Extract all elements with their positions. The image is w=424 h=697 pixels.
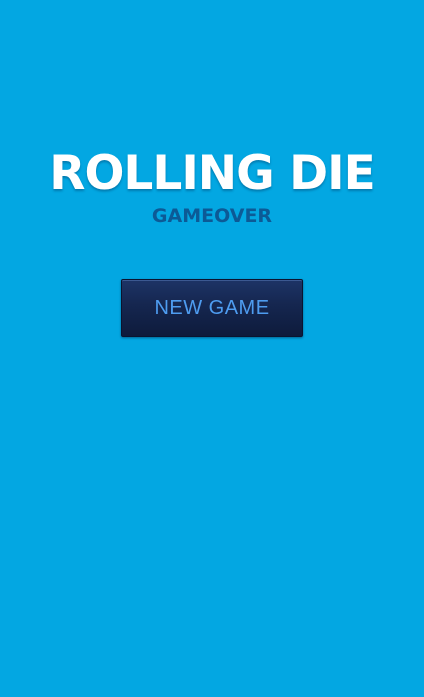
game-over-label: GAMEOVER: [151, 205, 273, 227]
new-game-button[interactable]: NEW GAME: [121, 279, 303, 337]
game-over-screen: ROLLING DIE GAMEOVER NEW GAME: [0, 0, 424, 697]
game-title: ROLLING DIE: [49, 146, 375, 201]
